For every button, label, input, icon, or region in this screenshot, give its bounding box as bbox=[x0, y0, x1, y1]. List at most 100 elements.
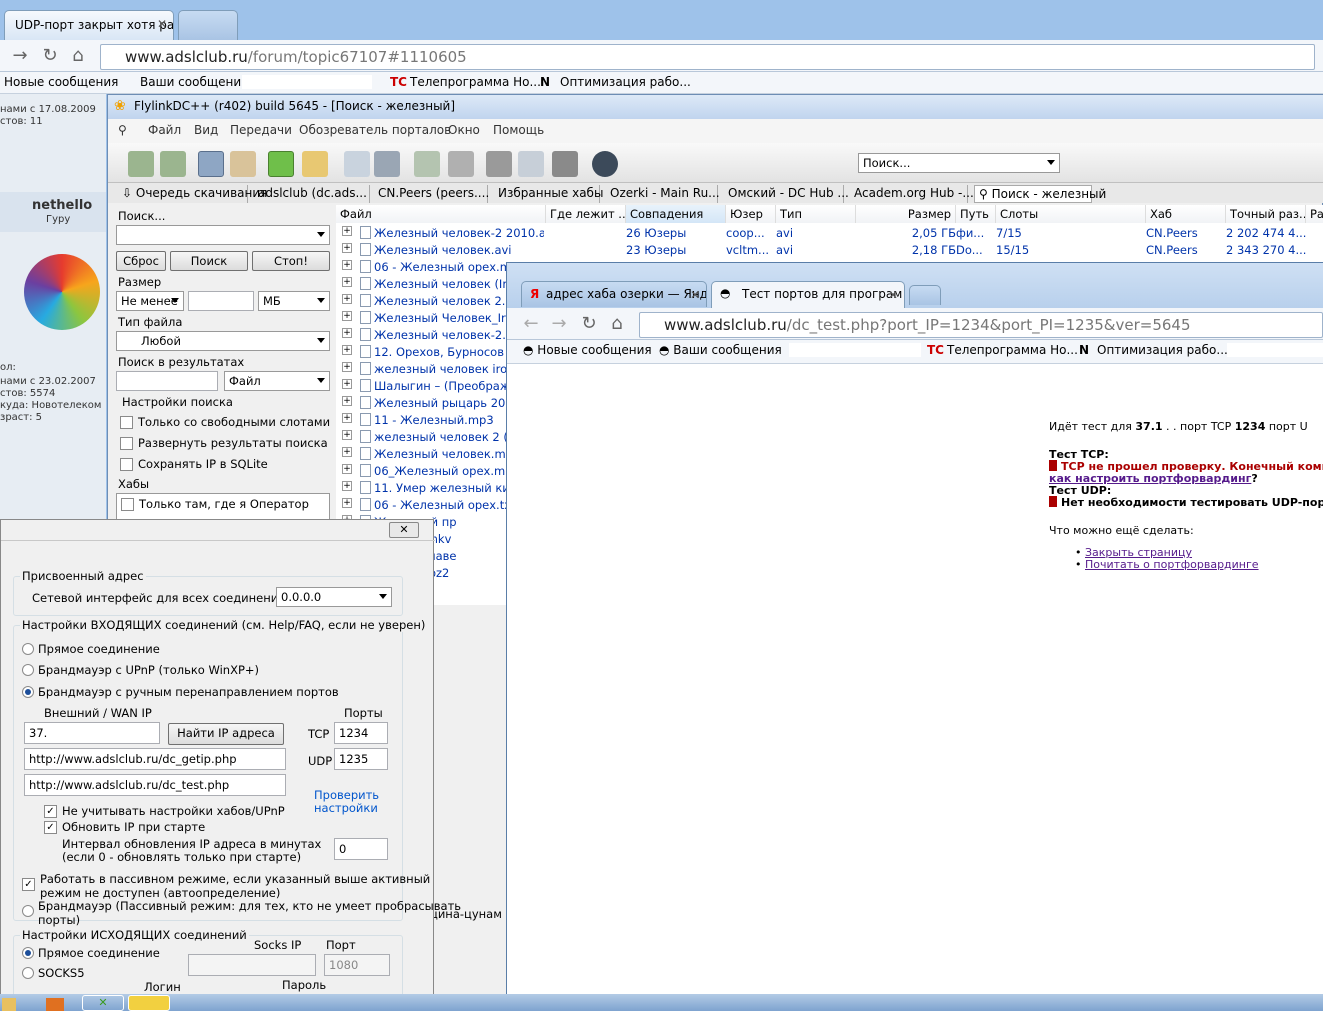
column-header[interactable]: Слоты bbox=[996, 205, 1146, 223]
reload-icon[interactable]: ↻ bbox=[577, 312, 601, 336]
bookmark-item[interactable]: Телепрограмма Но... bbox=[947, 343, 1078, 357]
expand-icon[interactable]: + bbox=[342, 362, 352, 372]
expand-icon[interactable]: + bbox=[342, 277, 352, 287]
expand-icon[interactable]: + bbox=[342, 413, 352, 423]
tab-hub[interactable]: Academ.org Hub -... bbox=[850, 185, 974, 203]
socks5-radio[interactable]: SOCKS5 bbox=[22, 966, 85, 980]
adl-search-icon[interactable] bbox=[374, 151, 400, 177]
interval-input[interactable]: 0 bbox=[334, 838, 388, 860]
expand-icon[interactable]: + bbox=[342, 294, 352, 304]
expand-icon[interactable]: + bbox=[342, 260, 352, 270]
tab-hub[interactable]: CN.Peers (peers.... bbox=[374, 185, 489, 203]
reset-button[interactable]: Сброс bbox=[116, 251, 166, 271]
bookmark-item[interactable]: Ваши сообщения bbox=[140, 75, 248, 89]
warning-taskbar-button[interactable] bbox=[128, 995, 170, 1011]
tab-favorites[interactable]: Избранные хабы bbox=[494, 185, 603, 203]
column-header[interactable]: Точный раз... bbox=[1226, 205, 1306, 223]
column-header[interactable]: Тип bbox=[776, 205, 856, 223]
close-icon[interactable]: ✕ bbox=[157, 17, 167, 31]
home-icon[interactable]: ⌂ bbox=[605, 312, 629, 336]
search-input[interactable]: Поиск... bbox=[858, 153, 1060, 173]
column-header[interactable]: Где лежит ... bbox=[546, 205, 626, 223]
close-icon[interactable]: ✕ bbox=[389, 522, 419, 538]
forward-icon[interactable]: → bbox=[547, 312, 571, 336]
column-header[interactable]: Файл bbox=[336, 205, 546, 223]
username[interactable]: nethello bbox=[32, 198, 92, 213]
filter-input[interactable] bbox=[116, 371, 218, 391]
save-ip-checkbox[interactable]: Сохранять IP в SQLite bbox=[120, 457, 268, 471]
menu-view[interactable]: Вид bbox=[194, 123, 218, 137]
browser-tab-yandex[interactable]: Я адрес хаба озерки — Янде ✕ bbox=[521, 281, 707, 307]
favorites-icon[interactable] bbox=[160, 151, 186, 177]
check-settings-link[interactable]: настройки bbox=[314, 801, 378, 815]
filetype-select[interactable]: Любой bbox=[116, 331, 330, 351]
passive-mode-checkbox[interactable]: ✓ Работать в пассивном режиме, если указа… bbox=[22, 872, 430, 900]
expand-icon[interactable]: + bbox=[342, 447, 352, 457]
operator-only-checkbox[interactable]: Только там, где я Оператор bbox=[121, 497, 309, 511]
tab-search[interactable]: ⚲ Поиск - железный bbox=[974, 185, 1106, 203]
outgoing-direct-radio[interactable]: Прямое соединение bbox=[22, 946, 160, 960]
manual-forward-radio[interactable]: Брандмауэр с ручным перенаправлением пор… bbox=[22, 685, 339, 699]
expand-icon[interactable]: + bbox=[342, 379, 352, 389]
upload-icon[interactable] bbox=[302, 151, 328, 177]
settings-user-icon[interactable] bbox=[552, 151, 578, 177]
bookmark-item[interactable]: Оптимизация рабо... bbox=[560, 75, 691, 89]
browser-tab-forum[interactable]: UDP-порт закрыт хотя рас ✕ bbox=[4, 10, 174, 40]
close-icon[interactable]: ✕ bbox=[690, 288, 700, 302]
home-icon[interactable]: ⌂ bbox=[66, 44, 90, 68]
menu-window[interactable]: Окно bbox=[448, 123, 480, 137]
chevron-down-icon[interactable] bbox=[317, 338, 325, 343]
size-mode-select[interactable]: Не менее bbox=[116, 291, 184, 311]
chevron-down-icon[interactable] bbox=[317, 298, 325, 303]
back-icon[interactable]: ← bbox=[519, 312, 543, 336]
queue-icon[interactable] bbox=[198, 151, 224, 177]
address-bar[interactable]: www.adslclub.ru/dc_test.php?port_IP=1234… bbox=[639, 312, 1323, 338]
close-icon[interactable]: ✕ bbox=[888, 288, 898, 302]
tcp-port-input[interactable]: 1234 bbox=[334, 722, 388, 744]
media-icon[interactable] bbox=[46, 998, 64, 1011]
wan-ip-input[interactable]: 37. bbox=[24, 722, 160, 744]
bookmark-item[interactable]: Телепрограмма Но... bbox=[410, 75, 541, 89]
expand-icon[interactable]: + bbox=[342, 345, 352, 355]
chevron-down-icon[interactable] bbox=[171, 298, 179, 303]
size-unit-select[interactable]: МБ bbox=[258, 291, 330, 311]
address-bar[interactable]: www.adslclub.ru/forum/topic67107#1110605 bbox=[100, 44, 1315, 70]
getip-url-input[interactable]: http://www.adslclub.ru/dc_getip.php bbox=[24, 748, 286, 770]
test-url-input[interactable]: http://www.adslclub.ru/dc_test.php bbox=[24, 774, 286, 796]
column-header[interactable]: Путь bbox=[956, 205, 996, 223]
expand-icon[interactable]: + bbox=[342, 226, 352, 236]
upnp-radio[interactable]: Брандмауэр с UPnP (только WinXP+) bbox=[22, 663, 259, 677]
update-ip-checkbox[interactable]: ✓ Обновить IP при старте bbox=[44, 820, 205, 834]
firewall-passive-radio[interactable]: Брандмауэр (Пассивный режим: для тех, кт… bbox=[22, 899, 461, 927]
expand-results-checkbox[interactable]: Развернуть результаты поиска bbox=[120, 436, 328, 450]
column-header[interactable]: Хаб bbox=[1146, 205, 1226, 223]
column-header[interactable]: Ра bbox=[1306, 205, 1323, 223]
network-stats-icon[interactable] bbox=[486, 151, 512, 177]
menu-help[interactable]: Помощь bbox=[493, 123, 544, 137]
clock-icon[interactable] bbox=[518, 151, 544, 177]
bookmark-item[interactable]: ◓ Ваши сообщения bbox=[659, 343, 782, 357]
read-portforward-link[interactable]: Почитать о портфорвардинге bbox=[1085, 558, 1259, 571]
search-query-input[interactable] bbox=[116, 225, 330, 245]
column-header[interactable]: Юзер bbox=[726, 205, 776, 223]
chevron-down-icon[interactable] bbox=[379, 594, 387, 599]
new-tab-button[interactable] bbox=[178, 10, 238, 40]
expand-icon[interactable]: + bbox=[342, 430, 352, 440]
table-row[interactable]: + Железный человек-2 2010.avi 26 Юзеры coop… bbox=[336, 225, 1323, 242]
menu-file[interactable]: Файл bbox=[148, 123, 181, 137]
stop-button[interactable]: Стоп! bbox=[252, 251, 330, 271]
chevron-down-icon[interactable] bbox=[1047, 160, 1055, 165]
only-free-slots-checkbox[interactable]: Только со свободными слотами bbox=[120, 415, 330, 429]
tab-hub[interactable]: Ozerki - Main Ru... bbox=[606, 185, 720, 203]
chevron-down-icon[interactable] bbox=[317, 378, 325, 383]
bookmark-item[interactable]: Новые сообщения bbox=[4, 75, 118, 89]
expand-icon[interactable]: + bbox=[342, 243, 352, 253]
menu-transfers[interactable]: Передачи bbox=[230, 123, 292, 137]
forward-icon[interactable]: → bbox=[8, 44, 32, 68]
tab-hub[interactable]: adslclub (dc.ads... bbox=[254, 185, 370, 203]
chevron-down-icon[interactable] bbox=[317, 232, 325, 237]
flylink-taskbar-button[interactable]: ✕ bbox=[82, 995, 124, 1011]
hub-list-icon[interactable] bbox=[128, 151, 154, 177]
expand-icon[interactable]: + bbox=[342, 396, 352, 406]
expand-icon[interactable]: + bbox=[342, 464, 352, 474]
